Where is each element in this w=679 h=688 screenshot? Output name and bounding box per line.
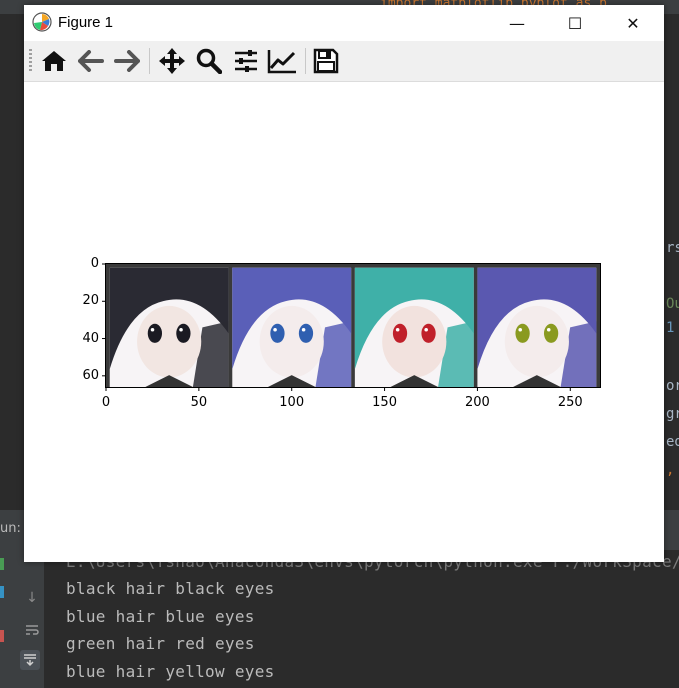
- scroll-down-icon[interactable]: ↓: [22, 588, 42, 608]
- navigation-toolbar: [24, 41, 664, 82]
- home-icon: [42, 51, 66, 71]
- close-button[interactable]: ✕: [610, 5, 656, 41]
- toolbar-separator: [149, 48, 150, 74]
- figure-window: Figure 1 — ☐ ✕ 0 50 100 150 200 250 0 20…: [24, 5, 664, 562]
- code-fragment: Ou: [666, 296, 679, 312]
- run-console[interactable]: E:\Users\Yshao\Anaconda3\envs\pytorch\py…: [44, 550, 679, 688]
- edit-axis-icon: [267, 50, 296, 74]
- pan-button[interactable]: [157, 46, 187, 76]
- x-tick-label: 100: [279, 395, 305, 410]
- scroll-to-end-icon[interactable]: [20, 650, 40, 670]
- console-line: blue hair yellow eyes: [66, 662, 275, 681]
- pan-icon: [159, 48, 185, 74]
- toolbar-separator: [305, 48, 306, 74]
- console-line: green hair red eyes: [66, 634, 255, 653]
- back-icon: [78, 50, 104, 72]
- back-button[interactable]: [76, 46, 106, 76]
- toolbar-grip: [29, 49, 32, 73]
- home-button[interactable]: [39, 46, 69, 76]
- x-tick-label: 150: [372, 395, 397, 410]
- run-panel-label: un:: [0, 521, 21, 536]
- image-panel: [354, 267, 474, 387]
- forward-icon: [114, 50, 140, 72]
- save-button[interactable]: [311, 46, 341, 76]
- run-panel-gutter: ↓: [0, 550, 44, 688]
- y-tick-label: 20: [82, 293, 99, 309]
- console-line: black hair black eyes: [66, 579, 275, 598]
- stop-indicator: [0, 630, 4, 642]
- x-tick-label: 250: [557, 395, 583, 410]
- figure-canvas[interactable]: 0 50 100 150 200 250 0 20 40 60: [24, 82, 664, 562]
- matplotlib-logo-icon: [32, 12, 52, 32]
- x-tick-label: 0: [101, 395, 111, 410]
- zoom-button[interactable]: [194, 46, 224, 76]
- title-bar[interactable]: Figure 1 — ☐ ✕: [24, 5, 664, 41]
- code-fragment: 1: [666, 320, 675, 336]
- image-panel: [477, 267, 597, 387]
- y-tick-label: 40: [82, 330, 99, 346]
- code-fragment: or: [666, 378, 679, 394]
- console-line: blue hair blue eyes: [66, 607, 255, 626]
- image-panel: [232, 267, 352, 387]
- window-title: Figure 1: [58, 14, 114, 31]
- code-fragment: gr: [666, 406, 679, 422]
- subplots-config-icon: [235, 50, 257, 72]
- code-fragment: ed: [666, 434, 679, 450]
- forward-button[interactable]: [112, 46, 142, 76]
- y-tick-label: 60: [82, 367, 99, 383]
- ide-editor-right-edge: rs Ou 1 or gr ed ,: [664, 14, 679, 510]
- rerun-indicator: [0, 558, 4, 570]
- save-icon: [313, 48, 339, 74]
- plot-area: [102, 263, 601, 391]
- soft-wrap-icon[interactable]: [22, 620, 42, 640]
- code-fragment: ,: [666, 462, 675, 478]
- x-tick-label: 50: [190, 395, 208, 410]
- step-indicator: [0, 586, 4, 598]
- image-panel: [109, 267, 229, 387]
- edit-axis-button[interactable]: [267, 46, 297, 76]
- configure-subplots-button[interactable]: [231, 46, 261, 76]
- minimize-button[interactable]: —: [494, 5, 540, 41]
- zoom-icon: [196, 48, 222, 74]
- code-fragment: rs: [666, 240, 679, 256]
- y-tick-label: 0: [90, 256, 99, 271]
- x-tick-label: 200: [465, 395, 490, 410]
- maximize-button[interactable]: ☐: [552, 5, 598, 41]
